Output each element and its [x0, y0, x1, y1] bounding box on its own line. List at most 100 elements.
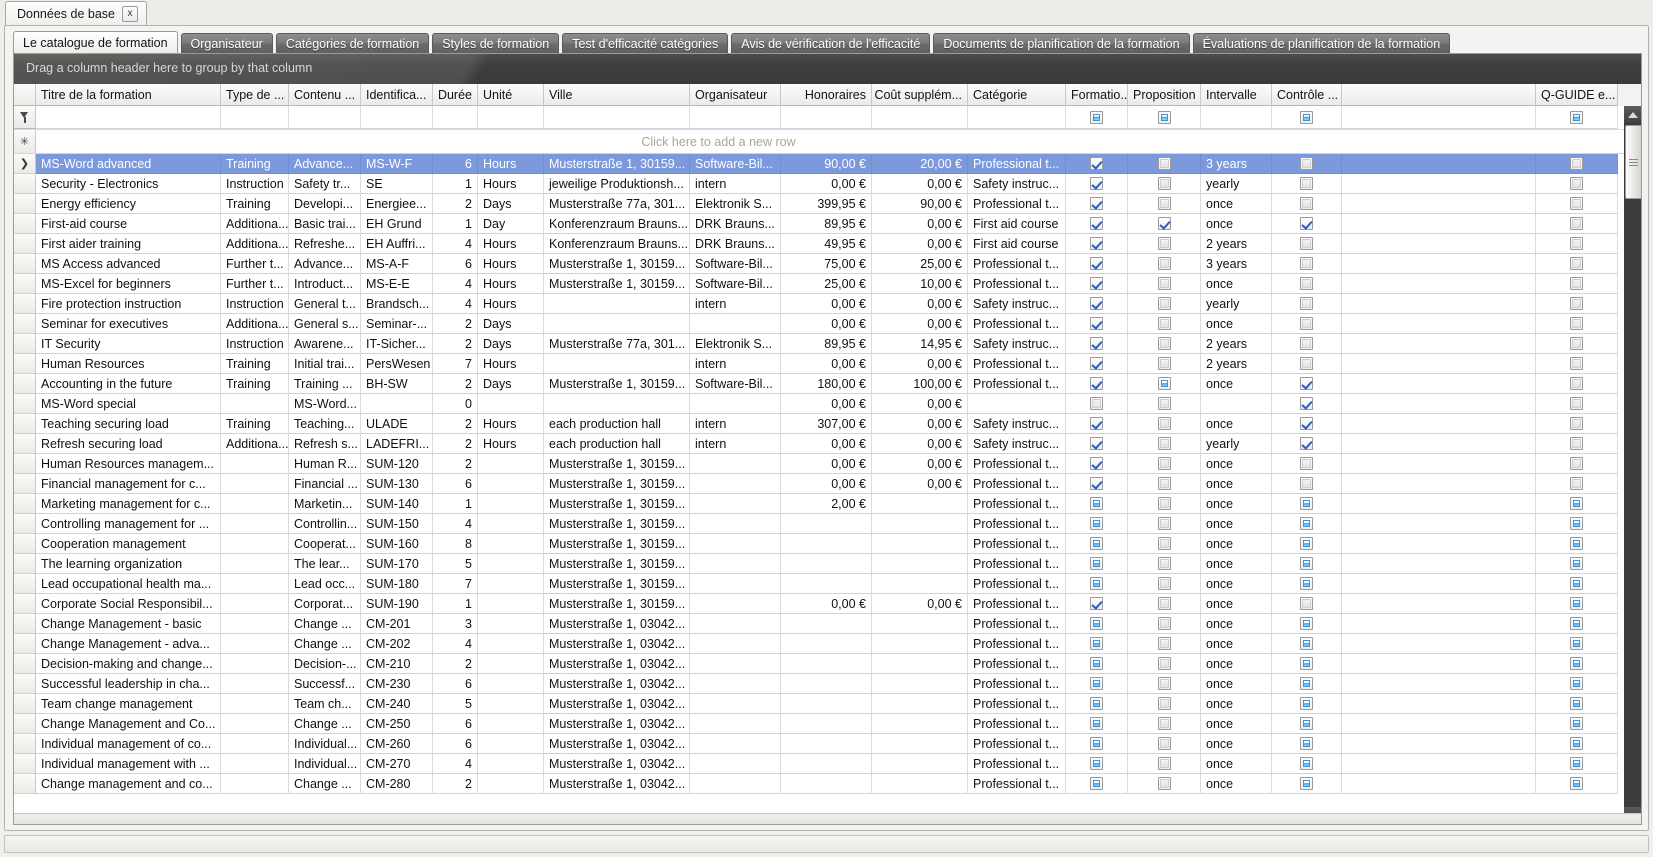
column-header-identifica[interactable]: Identifica... — [361, 84, 433, 106]
cell-controle[interactable] — [1272, 774, 1342, 794]
cell-formation[interactable] — [1066, 294, 1128, 314]
cell-identifica[interactable]: EH Grund — [361, 214, 433, 234]
cell-qguide[interactable] — [1536, 234, 1618, 254]
cell-organisateur[interactable]: Software-Bil... — [690, 154, 781, 174]
table-row[interactable]: Individual management of co...Individual… — [14, 734, 1641, 754]
table-row[interactable]: MS Access advancedFurther t...Advance...… — [14, 254, 1641, 274]
cell-formation[interactable] — [1066, 714, 1128, 734]
checkbox-null[interactable] — [1300, 677, 1313, 690]
cell-blank[interactable] — [1342, 614, 1536, 634]
cell-ville[interactable]: Musterstraße 1, 30159... — [544, 474, 690, 494]
checkbox-off[interactable] — [1158, 757, 1171, 770]
row-indicator[interactable] — [14, 634, 36, 654]
cell-duree[interactable]: 2 — [433, 774, 478, 794]
cell-intervalle[interactable]: yearly — [1201, 174, 1272, 194]
table-row[interactable]: MS-Excel for beginnersFurther t...Introd… — [14, 274, 1641, 294]
cell-titre[interactable]: Change management and co... — [36, 774, 221, 794]
checkbox-off[interactable] — [1158, 477, 1171, 490]
cell-duree[interactable]: 6 — [433, 154, 478, 174]
cell-proposition[interactable] — [1128, 214, 1201, 234]
cell-formation[interactable] — [1066, 414, 1128, 434]
cell-type[interactable] — [221, 754, 289, 774]
column-header-unite[interactable]: Unité — [478, 84, 544, 106]
cell-controle[interactable] — [1272, 694, 1342, 714]
cell-titre[interactable]: First-aid course — [36, 214, 221, 234]
cell-cout[interactable] — [872, 634, 968, 654]
cell-unite[interactable] — [478, 754, 544, 774]
cell-honoraires[interactable]: 0,00 € — [781, 474, 872, 494]
cell-contenu[interactable]: General t... — [289, 294, 361, 314]
checkbox-off[interactable] — [1158, 417, 1171, 430]
table-row[interactable]: Financial management for c...Financial .… — [14, 474, 1641, 494]
checkbox-off[interactable] — [1570, 237, 1583, 250]
cell-intervalle[interactable]: once — [1201, 614, 1272, 634]
checkbox-off[interactable] — [1158, 357, 1171, 370]
cell-formation[interactable] — [1066, 554, 1128, 574]
cell-type[interactable] — [221, 534, 289, 554]
checkbox-off[interactable] — [1570, 277, 1583, 290]
cell-controle[interactable] — [1272, 374, 1342, 394]
cell-proposition[interactable] — [1128, 234, 1201, 254]
cell-honoraires[interactable]: 89,95 € — [781, 214, 872, 234]
cell-type[interactable] — [221, 514, 289, 534]
checkbox-off[interactable] — [1158, 337, 1171, 350]
checkbox-off[interactable] — [1158, 557, 1171, 570]
cell-cout[interactable]: 25,00 € — [872, 254, 968, 274]
table-row[interactable]: Change Management - basicChange ...CM-20… — [14, 614, 1641, 634]
cell-proposition[interactable] — [1128, 614, 1201, 634]
tab-7[interactable]: Évaluations de planification de la forma… — [1193, 33, 1451, 54]
cell-ville[interactable]: each production hall — [544, 414, 690, 434]
cell-unite[interactable] — [478, 394, 544, 414]
cell-identifica[interactable]: CM-260 — [361, 734, 433, 754]
cell-organisateur[interactable] — [690, 454, 781, 474]
tab-1[interactable]: Organisateur — [181, 33, 273, 54]
cell-controle[interactable] — [1272, 174, 1342, 194]
cell-duree[interactable]: 6 — [433, 674, 478, 694]
cell-controle[interactable] — [1272, 234, 1342, 254]
cell-organisateur[interactable] — [690, 774, 781, 794]
cell-formation[interactable] — [1066, 594, 1128, 614]
checkbox-off[interactable] — [1158, 577, 1171, 590]
checkbox-on[interactable] — [1090, 317, 1103, 330]
cell-duree[interactable]: 2 — [433, 654, 478, 674]
row-indicator[interactable] — [14, 334, 36, 354]
cell-unite[interactable] — [478, 774, 544, 794]
row-indicator[interactable] — [14, 774, 36, 794]
checkbox-off[interactable] — [1570, 337, 1583, 350]
cell-honoraires[interactable] — [781, 574, 872, 594]
cell-contenu[interactable]: Lead occ... — [289, 574, 361, 594]
checkbox-off[interactable] — [1570, 377, 1583, 390]
row-indicator[interactable] — [14, 594, 36, 614]
cell-duree[interactable]: 4 — [433, 234, 478, 254]
cell-categorie[interactable]: First aid course — [968, 214, 1066, 234]
checkbox-null[interactable] — [1570, 657, 1583, 670]
cell-titre[interactable]: Change Management and Co... — [36, 714, 221, 734]
cell-contenu[interactable]: Advance... — [289, 154, 361, 174]
cell-identifica[interactable]: Brandsch... — [361, 294, 433, 314]
checkbox-off[interactable] — [1158, 657, 1171, 670]
cell-formation[interactable] — [1066, 154, 1128, 174]
cell-ville[interactable]: Musterstraße 1, 03042... — [544, 714, 690, 734]
cell-type[interactable]: Additiona... — [221, 214, 289, 234]
cell-unite[interactable]: Hours — [478, 254, 544, 274]
filter-cell-honoraires[interactable] — [781, 106, 872, 129]
checkbox-on[interactable] — [1090, 417, 1103, 430]
cell-proposition[interactable] — [1128, 514, 1201, 534]
cell-type[interactable] — [221, 694, 289, 714]
cell-honoraires[interactable]: 0,00 € — [781, 294, 872, 314]
scroll-thumb[interactable] — [1625, 125, 1642, 199]
cell-unite[interactable] — [478, 534, 544, 554]
row-indicator[interactable] — [14, 414, 36, 434]
cell-ville[interactable]: Musterstraße 77a, 301... — [544, 194, 690, 214]
row-indicator[interactable] — [14, 314, 36, 334]
cell-duree[interactable]: 2 — [433, 454, 478, 474]
checkbox-null[interactable] — [1300, 497, 1313, 510]
cell-categorie[interactable]: Professional t... — [968, 514, 1066, 534]
cell-blank[interactable] — [1342, 514, 1536, 534]
cell-categorie[interactable]: Professional t... — [968, 674, 1066, 694]
cell-duree[interactable]: 2 — [433, 334, 478, 354]
cell-qguide[interactable] — [1536, 434, 1618, 454]
column-header-honoraires[interactable]: Honoraires — [781, 84, 872, 106]
checkbox-null[interactable] — [1570, 777, 1583, 790]
cell-qguide[interactable] — [1536, 174, 1618, 194]
